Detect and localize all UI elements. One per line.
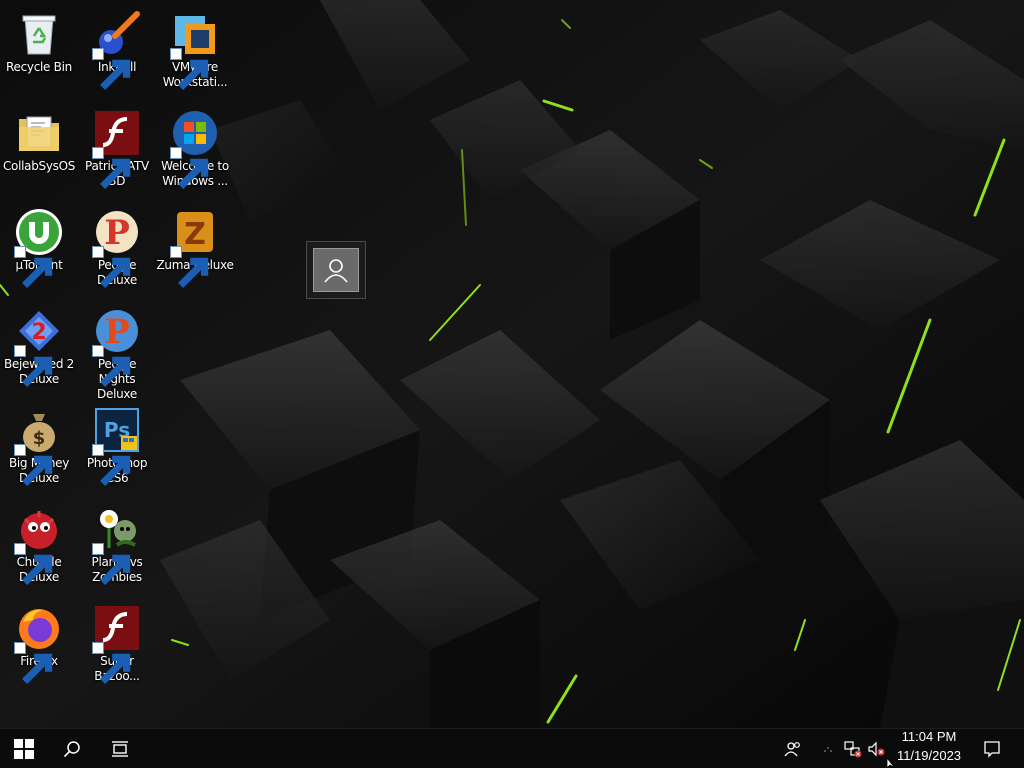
shortcut-arrow-icon xyxy=(92,345,131,387)
clock-time: 11:04 PM xyxy=(901,729,957,744)
desktop-icon-peggle-nights[interactable]: P Peggle Nights Deluxe xyxy=(78,299,156,401)
desktop-icon-label: CollabSysOS xyxy=(2,159,76,173)
shortcut-arrow-icon xyxy=(92,48,131,90)
desktop-icon-recycle-bin[interactable]: Recycle Bin xyxy=(0,2,78,98)
shortcut-arrow-icon xyxy=(14,444,53,486)
svg-text:2: 2 xyxy=(31,320,46,345)
desktop-icon-zuma-deluxe[interactable]: Z Zuma Deluxe xyxy=(156,200,234,296)
desktop-icon-patrick-atv-3d[interactable]: Patrick ATV 3D xyxy=(78,101,156,197)
desktop-icon-plants-vs-zombies[interactable]: Plants vs Zombies xyxy=(78,497,156,593)
task-view-button[interactable] xyxy=(96,729,144,768)
taskbar: 11:04 PM 11/19/2023 xyxy=(0,728,1024,768)
shortcut-arrow-icon xyxy=(170,246,209,288)
desktop-icon-firefox[interactable]: Firefox xyxy=(0,596,78,692)
desktop-icon-label: Recycle Bin xyxy=(6,60,72,74)
notification-icon xyxy=(984,740,1000,758)
shortcut-arrow-icon xyxy=(14,345,53,387)
shortcut-arrow-icon xyxy=(14,543,53,585)
desktop-icon-collabsysos[interactable]: CollabSysOS xyxy=(0,101,78,197)
shortcut-arrow-icon xyxy=(92,147,131,189)
desktop-icon-welcome-to-windows[interactable]: Welcome to Windows ... xyxy=(156,101,234,197)
start-button[interactable] xyxy=(0,729,48,768)
network-disconnected-icon xyxy=(844,740,862,757)
shortcut-arrow-icon xyxy=(170,147,209,189)
task-view-icon xyxy=(112,740,128,757)
shortcut-arrow-icon xyxy=(14,642,53,684)
people-button[interactable] xyxy=(780,729,806,768)
user-avatar xyxy=(313,248,359,292)
search-button[interactable] xyxy=(48,729,96,768)
recycle-bin-icon xyxy=(22,15,56,55)
shortcut-arrow-icon xyxy=(92,444,131,486)
shortcut-arrow-icon xyxy=(92,246,131,288)
shortcut-arrow-icon xyxy=(170,48,209,90)
desktop-icon-bejeweled-2[interactable]: 2 Bejeweled 2 Deluxe xyxy=(0,299,78,395)
search-icon xyxy=(63,740,80,757)
folder-icon xyxy=(19,116,59,151)
desktop-icon-photoshop-cs6[interactable]: Ps Photoshop CS6 xyxy=(78,398,156,494)
action-center-button[interactable] xyxy=(978,729,1006,768)
show-hidden-icons-button[interactable] xyxy=(818,729,838,768)
chevron-up-icon xyxy=(824,746,832,752)
desktop-icon-chuzzle[interactable]: Chuzzle Deluxe xyxy=(0,497,78,593)
windows-logo-icon xyxy=(14,738,34,759)
desktop-icon-super-bazooka[interactable]: Super Bazoo... xyxy=(78,596,156,692)
desktop-icon-utorrent[interactable]: µTorrent xyxy=(0,200,78,296)
desktop-icon-vmware-workstation[interactable]: VMware Workstati... xyxy=(156,2,234,98)
shortcut-arrow-icon xyxy=(14,246,53,288)
desktop-icon-big-money[interactable]: $ Big Money Deluxe xyxy=(0,398,78,494)
user-icon xyxy=(324,259,348,283)
desktop-icon-peggle-deluxe[interactable]: P Peggle Deluxe xyxy=(78,200,156,296)
network-status-button[interactable] xyxy=(842,729,864,768)
desktop-icon-inkball[interactable]: InkBall xyxy=(78,2,156,98)
shortcut-arrow-icon xyxy=(92,642,131,684)
mouse-cursor-icon xyxy=(886,758,896,768)
user-account-tile[interactable] xyxy=(306,241,366,299)
shortcut-arrow-icon xyxy=(92,543,131,585)
people-icon xyxy=(784,741,800,756)
